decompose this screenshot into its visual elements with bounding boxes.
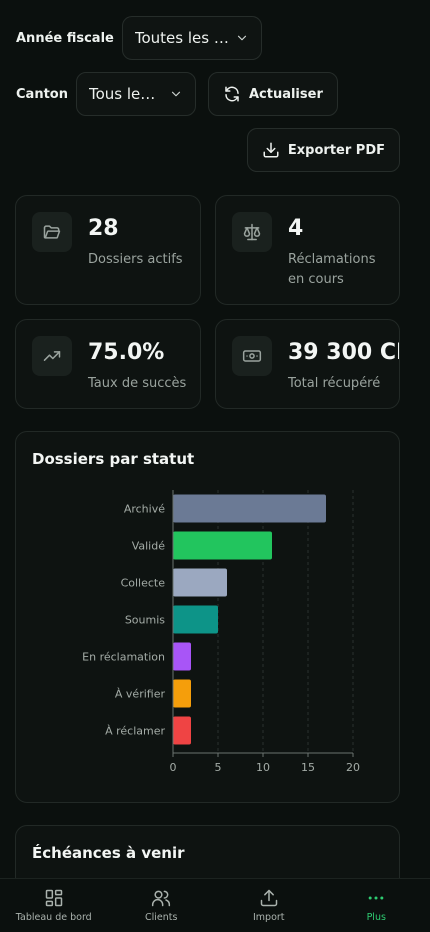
- category-label: À vérifier: [115, 688, 166, 701]
- stat-value: 4: [288, 216, 304, 241]
- canton-label: Canton: [16, 86, 68, 102]
- stat-label: Total récupéré: [288, 376, 381, 391]
- status-chart-card: Dossiers par statut Archivé Validé Collect…: [15, 431, 400, 803]
- download-icon: [263, 142, 279, 158]
- canton-select[interactable]: Tous les ...: [75, 72, 196, 116]
- banknote-icon: [232, 336, 272, 376]
- chart-bar: [173, 531, 272, 560]
- chart-bar: [173, 679, 191, 708]
- x-tick-label: 5: [215, 761, 222, 774]
- category-label: Soumis: [125, 614, 165, 627]
- users-icon: [152, 890, 171, 907]
- chart-bar: [173, 605, 218, 634]
- stat-value: 28: [88, 216, 119, 241]
- category-label: En réclamation: [82, 651, 165, 664]
- refresh-label: Actualiser: [248, 86, 323, 102]
- chart-bar: [173, 568, 227, 597]
- more-icon: [368, 896, 384, 900]
- x-tick-label: 15: [301, 761, 315, 774]
- nav-label: Import: [252, 912, 285, 923]
- nav-item-dashboard[interactable]: Tableau de bord: [0, 879, 108, 932]
- chart-title: Dossiers par statut: [32, 450, 195, 468]
- stat-label: Dossiers actifs: [88, 252, 183, 267]
- category-label: À réclamer: [105, 725, 165, 738]
- stat-card-total-recovered: 39 300 CH Total récupéré: [215, 319, 400, 409]
- x-tick-label: 20: [346, 761, 360, 774]
- x-tick-label: 10: [256, 761, 270, 774]
- category-label: Validé: [132, 540, 166, 553]
- folder-open-icon: [32, 212, 72, 252]
- upload-icon: [260, 889, 277, 907]
- refresh-button[interactable]: Actualiser: [207, 72, 338, 116]
- stat-card-claims: 4 Réclamations en cours: [215, 195, 400, 305]
- chart-bar: [173, 642, 191, 671]
- stat-card-success-rate: 75.0% Taux de succès: [15, 319, 201, 409]
- fiscal-year-select[interactable]: Toutes les a...: [121, 16, 262, 60]
- refresh-icon: [225, 86, 239, 102]
- nav-item-clients[interactable]: Clients: [108, 879, 216, 932]
- deadlines-title: Échéances à venir: [32, 844, 185, 862]
- chart-bar: [173, 494, 326, 523]
- trending-up-icon: [32, 336, 72, 376]
- stat-label: Taux de succès: [88, 376, 187, 391]
- nav-item-import[interactable]: Import: [215, 879, 323, 932]
- chart-bar: [173, 716, 191, 745]
- scale-icon: [232, 212, 272, 252]
- stat-card-active-files: 28 Dossiers actifs: [15, 195, 201, 305]
- export-pdf-button[interactable]: Exporter PDF: [246, 128, 400, 172]
- dashboard-icon: [45, 889, 62, 907]
- status-bar-chart: Archivé Validé Collecte Soumis En réclamatio…: [82, 490, 360, 774]
- stat-value: 39 300 CH: [288, 340, 399, 365]
- bottom-nav: Tableau de bord Clients Import Plus: [0, 878, 430, 932]
- fiscal-year-value: Toutes les a...: [134, 29, 229, 47]
- chevron-down-icon: [237, 35, 246, 41]
- category-label: Archivé: [124, 503, 165, 516]
- stat-label: Réclamations en cours: [288, 252, 376, 287]
- fiscal-year-label: Année fiscale: [16, 30, 114, 46]
- stat-value: 75.0%: [88, 340, 165, 365]
- nav-label: Clients: [145, 912, 178, 923]
- canton-value: Tous les ...: [88, 85, 163, 103]
- export-pdf-label: Exporter PDF: [287, 142, 385, 158]
- category-label: Collecte: [121, 577, 166, 590]
- chevron-down-icon: [171, 91, 181, 97]
- nav-label: Tableau de bord: [15, 912, 92, 923]
- nav-item-more[interactable]: Plus: [323, 879, 430, 932]
- nav-label: Plus: [366, 912, 386, 923]
- x-tick-label: 0: [170, 761, 177, 774]
- filters-panel: Année fiscale Toutes les a... Canton Tou…: [16, 16, 400, 172]
